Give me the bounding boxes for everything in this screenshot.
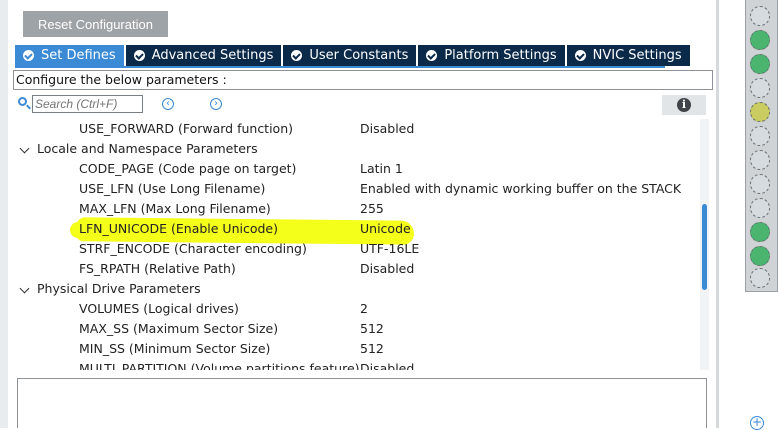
param-value[interactable]: Disabled: [360, 119, 414, 139]
param-name: USE_LFN (Use Long Filename): [79, 181, 266, 196]
search-input[interactable]: [32, 95, 143, 113]
param-value[interactable]: Unicode: [360, 219, 411, 239]
param-row[interactable]: STRF_ENCODE (Character encoding) UTF-16LE: [14, 239, 700, 259]
pin-marker[interactable]: [750, 174, 770, 194]
config-tabs: Set Defines Advanced Settings User Const…: [15, 45, 692, 66]
group-name: Locale and Namespace Parameters: [37, 141, 258, 156]
tab-label: Set Defines: [41, 48, 116, 63]
parameters-tree: USE_FORWARD (Forward function) Disabled L…: [14, 119, 700, 370]
param-value[interactable]: Latin 1: [360, 159, 403, 179]
param-row-highlighted[interactable]: LFN_UNICODE (Enable Unicode) Unicode: [14, 219, 700, 239]
pin-marker[interactable]: [750, 102, 770, 122]
param-name: MAX_LFN (Max Long Filename): [79, 201, 271, 216]
pin-marker[interactable]: [750, 126, 770, 146]
param-row[interactable]: MAX_SS (Maximum Sector Size) 512: [14, 319, 700, 339]
param-row[interactable]: VOLUMES (Logical drives) 2: [14, 299, 700, 319]
chip-pinout-view[interactable]: [745, 0, 778, 292]
description-panel: [17, 378, 707, 428]
param-name: CODE_PAGE (Code page on target): [79, 161, 297, 176]
instructions-label: Configure the below parameters :: [13, 70, 713, 90]
tab-advanced-settings[interactable]: Advanced Settings: [125, 45, 282, 66]
pin-marker[interactable]: [750, 78, 770, 98]
next-result-button[interactable]: ›: [210, 98, 222, 110]
tab-nvic-settings[interactable]: NVIC Settings: [566, 45, 690, 66]
tab-set-defines[interactable]: Set Defines: [15, 45, 124, 66]
param-value[interactable]: 512: [360, 339, 384, 359]
param-value[interactable]: Disabled: [360, 359, 414, 370]
param-row[interactable]: USE_FORWARD (Forward function) Disabled: [14, 119, 700, 139]
pin-marker[interactable]: [750, 30, 770, 50]
pin-marker[interactable]: [750, 54, 770, 74]
group-name: Physical Drive Parameters: [37, 281, 201, 296]
param-row[interactable]: MIN_SS (Minimum Sector Size) 512: [14, 339, 700, 359]
param-name: STRF_ENCODE (Character encoding): [79, 241, 307, 256]
group-row[interactable]: Locale and Namespace Parameters: [14, 139, 700, 159]
check-circle-icon: [574, 50, 586, 61]
search-icon: [18, 97, 27, 106]
chevron-right-icon: ›: [214, 98, 218, 109]
pin-marker[interactable]: [750, 6, 770, 26]
param-value[interactable]: 512: [360, 319, 384, 339]
check-circle-icon: [133, 50, 145, 61]
tab-label: Platform Settings: [444, 48, 557, 63]
group-row[interactable]: Physical Drive Parameters: [14, 279, 700, 299]
param-name: FS_RPATH (Relative Path): [79, 261, 236, 276]
param-value[interactable]: UTF-16LE: [360, 239, 419, 259]
previous-result-button[interactable]: ‹: [162, 98, 174, 110]
check-circle-icon: [426, 50, 438, 61]
reset-configuration-button[interactable]: Reset Configuration: [23, 11, 168, 37]
pin-marker[interactable]: [750, 198, 770, 218]
tab-label: NVIC Settings: [592, 48, 682, 63]
param-row[interactable]: MULTI_PARTITION (Volume partitions featu…: [14, 359, 700, 370]
param-row[interactable]: FS_RPATH (Relative Path) Disabled: [14, 259, 700, 279]
tab-label: Advanced Settings: [151, 48, 274, 63]
tab-platform-settings[interactable]: Platform Settings: [418, 45, 565, 66]
pin-marker[interactable]: [750, 150, 770, 170]
param-row[interactable]: MAX_LFN (Max Long Filename) 255: [14, 199, 700, 219]
scrollbar-thumb[interactable]: [702, 204, 707, 290]
param-row[interactable]: CODE_PAGE (Code page on target) Latin 1: [14, 159, 700, 179]
param-value[interactable]: 2: [360, 299, 368, 319]
param-name: LFN_UNICODE (Enable Unicode): [79, 221, 278, 236]
check-circle-icon: [23, 50, 34, 61]
param-value[interactable]: Enabled with dynamic working buffer on t…: [360, 179, 681, 199]
param-row[interactable]: USE_LFN (Use Long Filename) Enabled with …: [14, 179, 700, 199]
param-name: VOLUMES (Logical drives): [79, 301, 239, 316]
param-name: USE_FORWARD (Forward function): [79, 121, 294, 136]
check-circle-icon: [291, 50, 303, 61]
info-icon[interactable]: i: [677, 98, 691, 112]
param-value[interactable]: Disabled: [360, 259, 414, 279]
chevron-left-icon: ‹: [166, 98, 170, 109]
param-name: MAX_SS (Maximum Sector Size): [79, 321, 279, 336]
param-name: MULTI_PARTITION (Volume partitions featu…: [79, 361, 360, 370]
pin-marker[interactable]: [750, 222, 770, 242]
param-value[interactable]: 255: [360, 199, 384, 219]
param-name: MIN_SS (Minimum Sector Size): [79, 341, 271, 356]
tab-user-constants[interactable]: User Constants: [283, 45, 417, 66]
pin-marker[interactable]: [750, 246, 770, 266]
chevron-down-icon[interactable]: [19, 143, 30, 154]
pin-marker[interactable]: [750, 268, 770, 288]
tab-underline: [15, 66, 665, 68]
tab-label: User Constants: [309, 48, 409, 63]
chevron-down-icon[interactable]: [19, 283, 30, 294]
